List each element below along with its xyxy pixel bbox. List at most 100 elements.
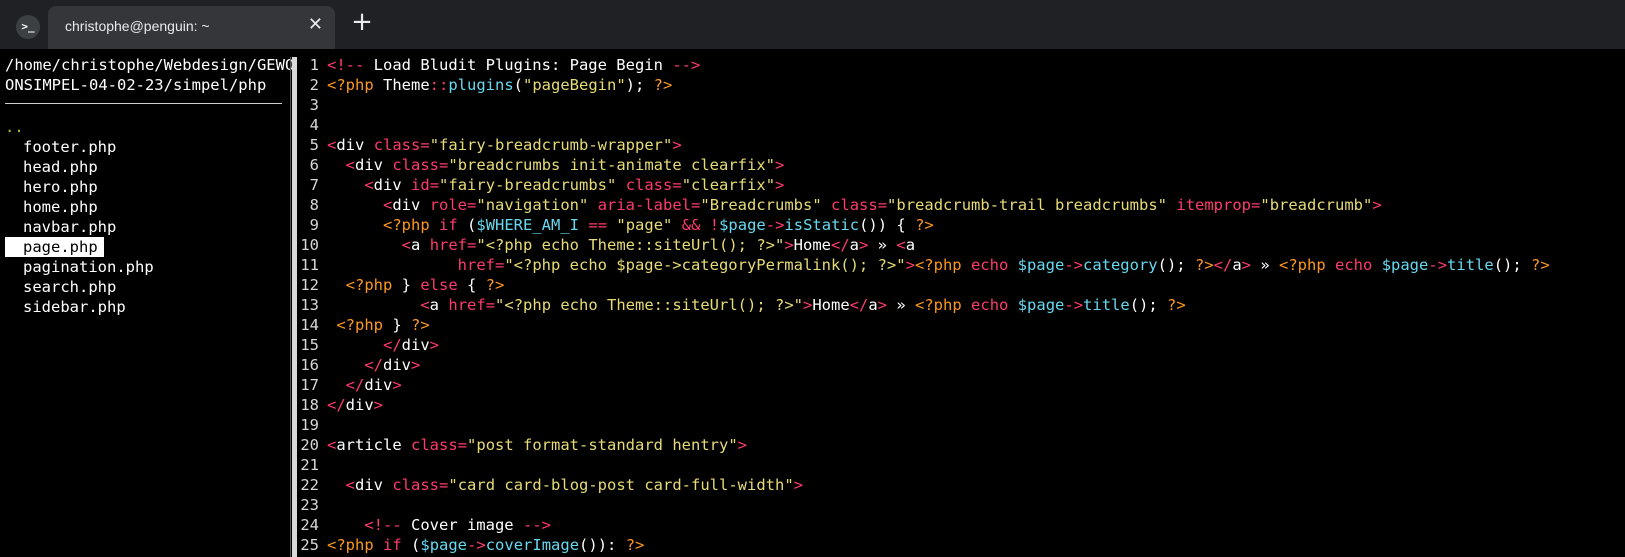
code-line: 21 — [300, 455, 1620, 475]
code-line: 10 <a href="<?php echo Theme::siteUrl();… — [300, 235, 1620, 255]
code-line: 14 <?php } ?> — [300, 315, 1620, 335]
file-name: head.php — [23, 158, 98, 176]
line-number: 15 — [300, 336, 319, 354]
tab-terminal[interactable]: christophe@penguin: ~ ✕ — [48, 6, 335, 49]
pane-splitter[interactable] — [292, 57, 297, 557]
file-name: footer.php — [23, 138, 117, 156]
line-number: 5 — [309, 136, 319, 154]
terminal-window[interactable]: /home/christophe/Webdesign/GEWO ONSIMPEL… — [0, 49, 1625, 557]
pane-border — [290, 57, 291, 557]
line-text: <article class="post format-standard hen… — [327, 436, 747, 454]
tab-bar: >_ christophe@penguin: ~ ✕ + — [0, 0, 1625, 49]
line-number: 2 — [309, 76, 319, 94]
code-line: 6 <div class="breadcrumbs init-animate c… — [300, 155, 1620, 175]
code-line: 20 <article class="post format-standard h… — [300, 435, 1620, 455]
line-text: href="<?php echo $page->categoryPermalin… — [457, 256, 1550, 274]
file-name: sidebar.php — [23, 298, 126, 316]
line-number: 12 — [300, 276, 319, 294]
code-line: 2 <?php Theme::plugins("pageBegin"); ?> — [300, 75, 1620, 95]
line-number: 18 — [300, 396, 319, 414]
line-number: 17 — [300, 376, 319, 394]
code-line: 25 <?php if ($page->coverImage()): ?> — [300, 535, 1620, 555]
code-line: 9 <?php if ($WHERE_AM_I == "page" && !$p… — [300, 215, 1620, 235]
line-text: <div role="navigation" aria-label="Bread… — [383, 196, 1382, 214]
line-text: <!-- Cover image --> — [364, 516, 551, 534]
current-path: /home/christophe/Webdesign/GEWO ONSIMPEL… — [5, 55, 294, 95]
line-number: 11 — [300, 256, 319, 274]
file-item[interactable]: head.php — [0, 157, 290, 177]
path-line-1: /home/christophe/Webdesign/GEWO — [5, 56, 295, 74]
line-text: <?php } else { ?> — [345, 276, 505, 294]
file-name: hero.php — [23, 178, 98, 196]
line-text: </div> — [383, 336, 440, 354]
file-name: navbar.php — [23, 218, 117, 236]
file-name: page.php — [5, 237, 104, 257]
line-number: 8 — [309, 196, 319, 214]
line-number: 22 — [300, 476, 319, 494]
code-line: 18 </div> — [300, 395, 1620, 415]
code-line: 19 — [300, 415, 1620, 435]
code-line: 4 — [300, 115, 1620, 135]
file-item-selected[interactable]: page.php — [0, 237, 290, 257]
file-name: pagination.php — [23, 258, 154, 276]
file-item[interactable]: footer.php — [0, 137, 290, 157]
line-number: 25 — [300, 536, 319, 554]
terminal-icon[interactable]: >_ — [16, 15, 40, 39]
line-text: </div> — [345, 376, 402, 394]
file-list: .. footer.php head.php hero.php home.php… — [0, 117, 290, 317]
tab-title: christophe@penguin: ~ — [65, 18, 210, 34]
line-text: </div> — [327, 396, 384, 414]
line-text: <div id="fairy-breadcrumbs" class="clear… — [364, 176, 785, 194]
file-item[interactable]: home.php — [0, 197, 290, 217]
line-text — [319, 95, 327, 115]
file-item[interactable]: pagination.php — [0, 257, 290, 277]
file-name: home.php — [23, 198, 98, 216]
line-text — [319, 495, 327, 515]
line-text: <?php if ($page->coverImage()): ?> — [327, 536, 645, 554]
line-number: 3 — [309, 96, 319, 114]
file-item[interactable]: search.php — [0, 277, 290, 297]
line-text — [319, 415, 327, 435]
line-number: 6 — [309, 156, 319, 174]
code-line: 3 — [300, 95, 1620, 115]
line-number: 23 — [300, 496, 319, 514]
file-item[interactable]: hero.php — [0, 177, 290, 197]
line-number: 14 — [300, 316, 319, 334]
code-line: 1 <!-- Load Bludit Plugins: Page Begin --… — [300, 55, 1620, 75]
line-text: <div class="breadcrumbs init-animate cle… — [345, 156, 785, 174]
code-line: 7 <div id="fairy-breadcrumbs" class="cle… — [300, 175, 1620, 195]
line-number: 24 — [300, 516, 319, 534]
file-name: search.php — [23, 278, 117, 296]
line-text: <a href="<?php echo Theme::siteUrl(); ?>… — [401, 236, 916, 254]
line-number: 9 — [309, 216, 319, 234]
line-text: <?php } ?> — [336, 316, 430, 334]
code-line: 5 <div class="fairy-breadcrumb-wrapper"> — [300, 135, 1620, 155]
code-line: 12 <?php } else { ?> — [300, 275, 1620, 295]
line-text: <div class="fairy-breadcrumb-wrapper"> — [327, 136, 682, 154]
line-text: <a href="<?php echo Theme::siteUrl(); ?>… — [420, 296, 1186, 314]
close-icon[interactable]: ✕ — [308, 14, 323, 35]
file-item[interactable]: navbar.php — [0, 217, 290, 237]
line-text — [319, 455, 327, 475]
line-text: <?php Theme::plugins("pageBegin"); ?> — [327, 76, 673, 94]
line-text: <?php if ($WHERE_AM_I == "page" && !$pag… — [383, 216, 934, 234]
code-line: 11 href="<?php echo $page->categoryPerma… — [300, 255, 1620, 275]
code-editor[interactable]: 1 <!-- Load Bludit Plugins: Page Begin --… — [300, 55, 1620, 555]
path-line-2: ONSIMPEL-04-02-23/simpel/php — [5, 76, 267, 94]
code-line: 15 </div> — [300, 335, 1620, 355]
new-tab-button[interactable]: + — [350, 9, 374, 35]
code-line: 8 <div role="navigation" aria-label="Bre… — [300, 195, 1620, 215]
line-number: 1 — [309, 56, 319, 74]
code-line: 22 <div class="card card-blog-post card-… — [300, 475, 1620, 495]
line-number: 21 — [300, 456, 319, 474]
code-line: 16 </div> — [300, 355, 1620, 375]
parent-directory[interactable]: .. — [0, 117, 290, 137]
code-line: 24 <!-- Cover image --> — [300, 515, 1620, 535]
line-text: <!-- Load Bludit Plugins: Page Begin --> — [327, 56, 701, 74]
line-number: 4 — [309, 116, 319, 134]
line-number: 19 — [300, 416, 319, 434]
line-number: 7 — [309, 176, 319, 194]
file-item[interactable]: sidebar.php — [0, 297, 290, 317]
code-line: 13 <a href="<?php echo Theme::siteUrl();… — [300, 295, 1620, 315]
line-number: 10 — [300, 236, 319, 254]
